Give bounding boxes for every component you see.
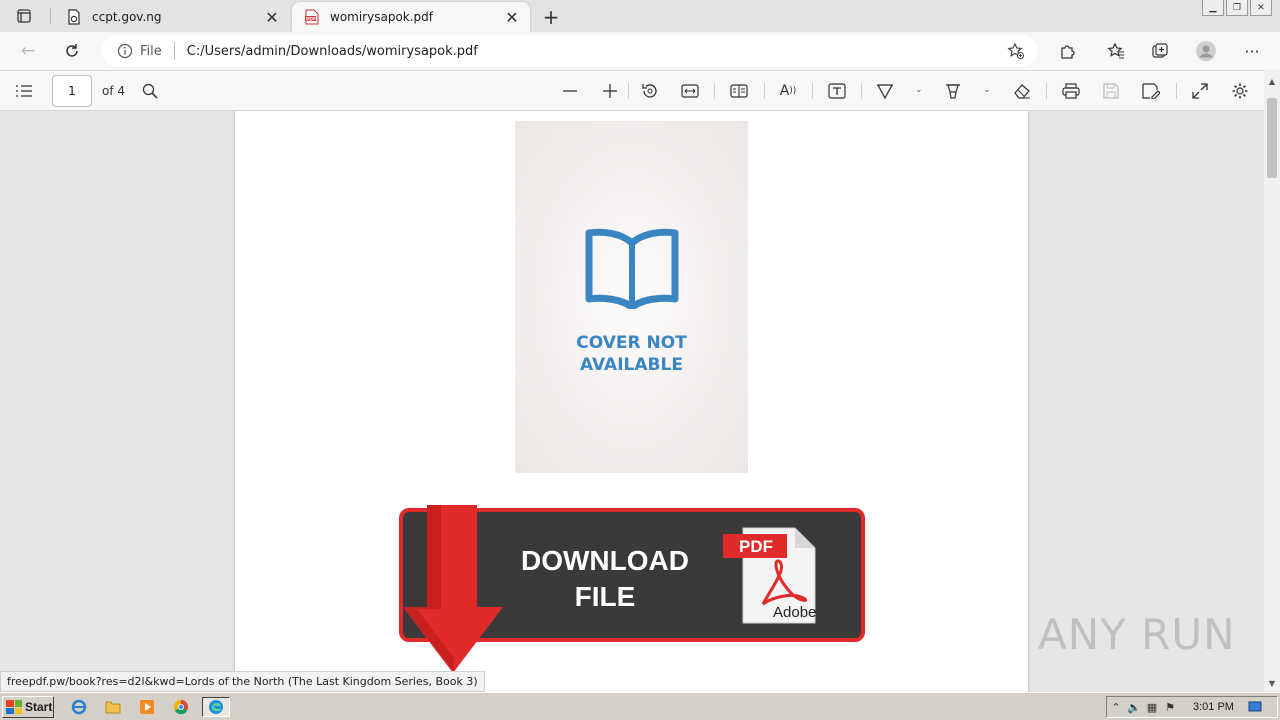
new-tab-button[interactable]: +: [538, 4, 564, 30]
chrome-icon[interactable]: [170, 697, 192, 717]
cover-text-line: AVAILABLE: [580, 355, 683, 375]
back-icon[interactable]: ←: [14, 37, 42, 65]
tab-title: ccpt.gov.ng: [92, 10, 162, 24]
close-tab-icon[interactable]: ✕: [500, 5, 524, 29]
show-hidden-icons-icon[interactable]: ⌃: [1107, 699, 1125, 715]
rotate-icon[interactable]: [638, 79, 662, 103]
tab-title: womirysapok.pdf: [330, 10, 434, 24]
zoom-out-icon[interactable]: [558, 79, 582, 103]
address-bar[interactable]: File C:/Users/admin/Downloads/womirysapo…: [102, 35, 1038, 67]
toolbar-divider: [1046, 83, 1047, 99]
collections-icon[interactable]: [1146, 37, 1174, 65]
network-icon[interactable]: ▦: [1143, 699, 1161, 715]
edge-icon[interactable]: [202, 697, 230, 717]
tab-womirysapok[interactable]: PDF womirysapok.pdf ✕: [292, 2, 530, 32]
action-center-flag-icon[interactable]: ⚑: [1161, 699, 1179, 715]
add-text-icon[interactable]: [825, 79, 849, 103]
file-explorer-icon[interactable]: [102, 697, 124, 717]
media-player-icon[interactable]: [136, 697, 158, 717]
contents-list-icon[interactable]: [12, 79, 36, 103]
chevron-down-icon[interactable]: ⌄: [915, 85, 923, 95]
navigation-bar: ← File C:/Users/admin/Downloads/womirysa…: [0, 32, 1280, 70]
tab-strip: ccpt.gov.ng ✕ PDF womirysapok.pdf ✕ + ▁ …: [0, 0, 1280, 32]
clock: 3:01 PM: [1193, 701, 1234, 713]
taskbar: Start ⌃ 🔈 ▦ ⚑ 3:01 PM: [0, 692, 1280, 720]
tab-actions-button[interactable]: [8, 5, 40, 27]
scrollbar-thumb[interactable]: [1267, 98, 1277, 178]
print-icon[interactable]: [1059, 79, 1083, 103]
toolbar-divider: [714, 83, 715, 99]
restore-icon[interactable]: ❐: [1226, 0, 1248, 16]
page-gear-icon: [66, 9, 82, 25]
tab-ccpt[interactable]: ccpt.gov.ng ✕: [54, 2, 290, 32]
address-divider: [173, 42, 175, 60]
tab-actions-icon: [17, 9, 31, 23]
scroll-up-icon[interactable]: ▲: [1264, 74, 1280, 88]
toolbar-divider: [628, 83, 629, 99]
toolbar-divider: [812, 83, 813, 99]
search-icon[interactable]: [138, 79, 162, 103]
close-tab-icon[interactable]: ✕: [260, 5, 284, 29]
vertical-scrollbar[interactable]: ▲ ▼: [1264, 70, 1280, 692]
svg-text:PDF: PDF: [739, 537, 773, 556]
reload-icon[interactable]: [58, 37, 86, 65]
pdf-viewer[interactable]: COVER NOT AVAILABLE PDF Adobe DOWNLOAD F…: [0, 111, 1264, 692]
info-icon[interactable]: [116, 42, 134, 60]
windows-logo-icon: [6, 700, 22, 714]
eraser-icon[interactable]: [1010, 79, 1034, 103]
volume-icon[interactable]: 🔈: [1125, 699, 1143, 715]
page-count-label: of 4: [102, 84, 126, 98]
url-text[interactable]: C:/Users/admin/Downloads/womirysapok.pdf: [187, 44, 1004, 59]
download-text-line: DOWNLOAD: [521, 545, 689, 576]
cover-text-line: COVER NOT: [576, 333, 687, 353]
book-cover-placeholder: COVER NOT AVAILABLE: [515, 121, 748, 473]
fit-to-width-icon[interactable]: [678, 79, 702, 103]
start-button[interactable]: Start: [2, 696, 54, 718]
settings-more-icon[interactable]: ···: [1238, 37, 1266, 65]
pdf-file-icon: PDF: [304, 9, 320, 25]
pdf-page: COVER NOT AVAILABLE PDF Adobe DOWNLOAD F…: [235, 111, 1028, 692]
extensions-icon[interactable]: [1054, 37, 1082, 65]
toolbar-divider: [1176, 83, 1177, 99]
cover-not-available-text: COVER NOT AVAILABLE: [515, 332, 748, 376]
settings-gear-icon[interactable]: [1228, 79, 1252, 103]
add-favorite-icon[interactable]: [1004, 39, 1028, 63]
save-as-icon[interactable]: [1139, 79, 1163, 103]
highlight-icon[interactable]: [941, 79, 965, 103]
download-file-banner[interactable]: PDF Adobe DOWNLOAD FILE: [395, 497, 875, 677]
anyrun-watermark: ANY RUN: [1038, 610, 1236, 659]
scroll-down-icon[interactable]: ▼: [1264, 676, 1280, 690]
link-status-bar: freepdf.pw/book?res=d2l&kwd=Lords of the…: [0, 671, 485, 692]
toolbar-divider: [861, 83, 862, 99]
pdf-toolbar: 1 of 4 A)) ⌄ ⌄: [0, 70, 1264, 111]
draw-icon[interactable]: [873, 79, 897, 103]
save-icon[interactable]: [1099, 79, 1123, 103]
close-window-icon[interactable]: ✕: [1250, 0, 1272, 16]
fullscreen-icon[interactable]: [1188, 79, 1212, 103]
svg-text:Adobe: Adobe: [773, 604, 816, 621]
minimize-icon[interactable]: ▁: [1202, 0, 1224, 16]
profile-avatar[interactable]: [1192, 37, 1220, 65]
scheme-label: File: [140, 43, 162, 59]
zoom-in-icon[interactable]: [598, 79, 622, 103]
open-book-icon: [585, 228, 679, 309]
show-desktop-icon[interactable]: [1246, 699, 1264, 715]
download-text-line: FILE: [574, 581, 636, 612]
page-view-icon[interactable]: [727, 79, 751, 103]
svg-text:PDF: PDF: [306, 16, 316, 22]
system-tray: ⌃ 🔈 ▦ ⚑ 3:01 PM: [1106, 696, 1278, 718]
chevron-down-icon[interactable]: ⌄: [983, 85, 991, 95]
read-aloud-icon[interactable]: A)): [776, 79, 800, 103]
tab-separator: [50, 8, 51, 24]
page-number-input[interactable]: 1: [52, 75, 92, 107]
start-label: Start: [25, 700, 53, 714]
internet-explorer-icon[interactable]: [68, 697, 90, 717]
download-file-text: DOWNLOAD FILE: [515, 543, 695, 615]
favorites-icon[interactable]: [1102, 37, 1130, 65]
window-controls: ▁ ❐ ✕: [1202, 0, 1272, 16]
toolbar-divider: [764, 83, 765, 99]
watermark-text: ANY RUN: [1038, 610, 1236, 659]
